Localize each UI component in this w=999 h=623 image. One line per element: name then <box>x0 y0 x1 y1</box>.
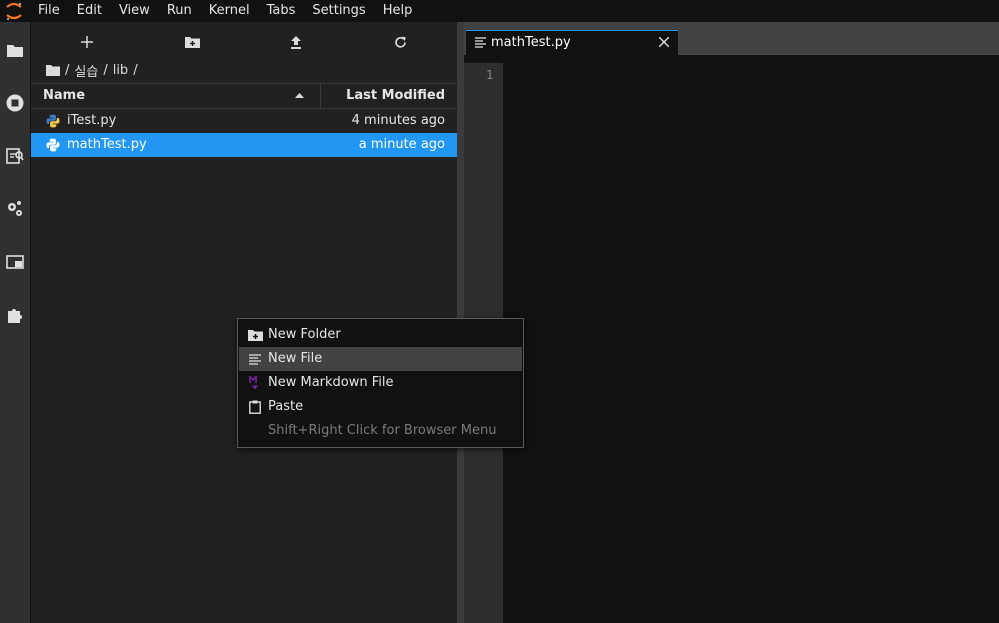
new-folder-button[interactable] <box>181 32 203 52</box>
breadcrumb: / 실습 / lib / <box>46 60 143 80</box>
breadcrumb-separator: / <box>133 62 138 78</box>
folder-icon[interactable] <box>0 35 30 65</box>
menu-item-label: Shift+Right Click for Browser Menu <box>268 423 497 438</box>
new-folder-icon <box>184 37 200 48</box>
refresh-icon <box>394 36 406 48</box>
python-file-icon <box>46 138 60 152</box>
refresh-button[interactable] <box>389 32 411 52</box>
menu-item-new-markdown-file[interactable]: New Markdown File <box>239 371 522 395</box>
new-launcher-button[interactable] <box>76 32 98 52</box>
running-icon[interactable] <box>0 88 30 118</box>
upload-button[interactable] <box>285 32 307 52</box>
text-file-icon <box>247 351 263 367</box>
sort-ascending-icon <box>295 93 304 98</box>
column-name-label: Name <box>43 88 86 103</box>
extension-icon[interactable] <box>0 300 30 330</box>
property-inspector-icon[interactable] <box>0 141 30 171</box>
tabs-icon[interactable] <box>0 247 30 277</box>
menu-tabs[interactable]: Tabs <box>259 0 305 22</box>
menu-bar: File Edit View Run Kernel Tabs Settings … <box>0 0 999 22</box>
activity-bar <box>0 22 30 623</box>
file-name: iTest.py <box>67 113 117 128</box>
file-modified: 4 minutes ago <box>351 113 445 128</box>
column-name-header[interactable]: Name <box>31 84 321 108</box>
menu-item-label: Paste <box>268 399 304 414</box>
python-file-icon <box>46 114 60 128</box>
line-number: 1 <box>486 68 494 82</box>
menu-file[interactable]: File <box>30 0 69 22</box>
menu-item-label: New Markdown File <box>268 375 394 390</box>
menu-item-browser-menu-hint: Shift+Right Click for Browser Menu <box>239 419 522 443</box>
tab-label: mathTest.py <box>491 35 571 50</box>
file-modified: a minute ago <box>358 137 445 152</box>
menu-run[interactable]: Run <box>159 0 201 22</box>
breadcrumb-item-lib[interactable]: lib <box>113 63 128 78</box>
menu-item-label: New Folder <box>268 327 341 342</box>
menu-settings[interactable]: Settings <box>304 0 374 22</box>
context-menu: New Folder New File New Markdown File Pa… <box>237 318 524 448</box>
file-row-mathtest[interactable]: mathTest.py a minute ago <box>31 133 457 157</box>
file-name: mathTest.py <box>67 137 147 152</box>
breadcrumb-item-실습[interactable]: 실습 <box>74 61 98 80</box>
debugger-icon[interactable] <box>0 194 30 224</box>
menu-help[interactable]: Help <box>375 0 422 22</box>
new-folder-icon <box>247 327 263 343</box>
text-file-icon <box>475 37 486 48</box>
jupyter-logo-icon <box>0 0 30 22</box>
menu-view[interactable]: View <box>111 0 159 22</box>
plus-icon <box>81 36 93 48</box>
menu-item-new-file[interactable]: New File <box>239 347 522 371</box>
menu-item-label: New File <box>268 351 323 366</box>
file-row-itest[interactable]: iTest.py 4 minutes ago <box>31 109 457 133</box>
home-folder-icon[interactable] <box>46 64 60 76</box>
breadcrumb-separator: / <box>65 62 70 78</box>
file-list-header: Name Last Modified <box>31 83 457 109</box>
markdown-icon <box>247 375 263 391</box>
upload-icon <box>291 35 301 49</box>
editor-toolbar-gap <box>464 55 999 63</box>
code-editor[interactable] <box>503 63 999 623</box>
column-modified-label: Last Modified <box>346 88 445 103</box>
menu-kernel[interactable]: Kernel <box>201 0 259 22</box>
menu-item-new-folder[interactable]: New Folder <box>239 323 522 347</box>
close-icon[interactable] <box>659 37 669 47</box>
editor-tab-bar: mathTest.py <box>464 22 999 56</box>
breadcrumb-separator: / <box>103 62 108 78</box>
menu-item-paste[interactable]: Paste <box>239 395 522 419</box>
tab-mathtest[interactable]: mathTest.py <box>466 30 678 56</box>
paste-icon <box>247 399 263 415</box>
menu-edit[interactable]: Edit <box>69 0 111 22</box>
